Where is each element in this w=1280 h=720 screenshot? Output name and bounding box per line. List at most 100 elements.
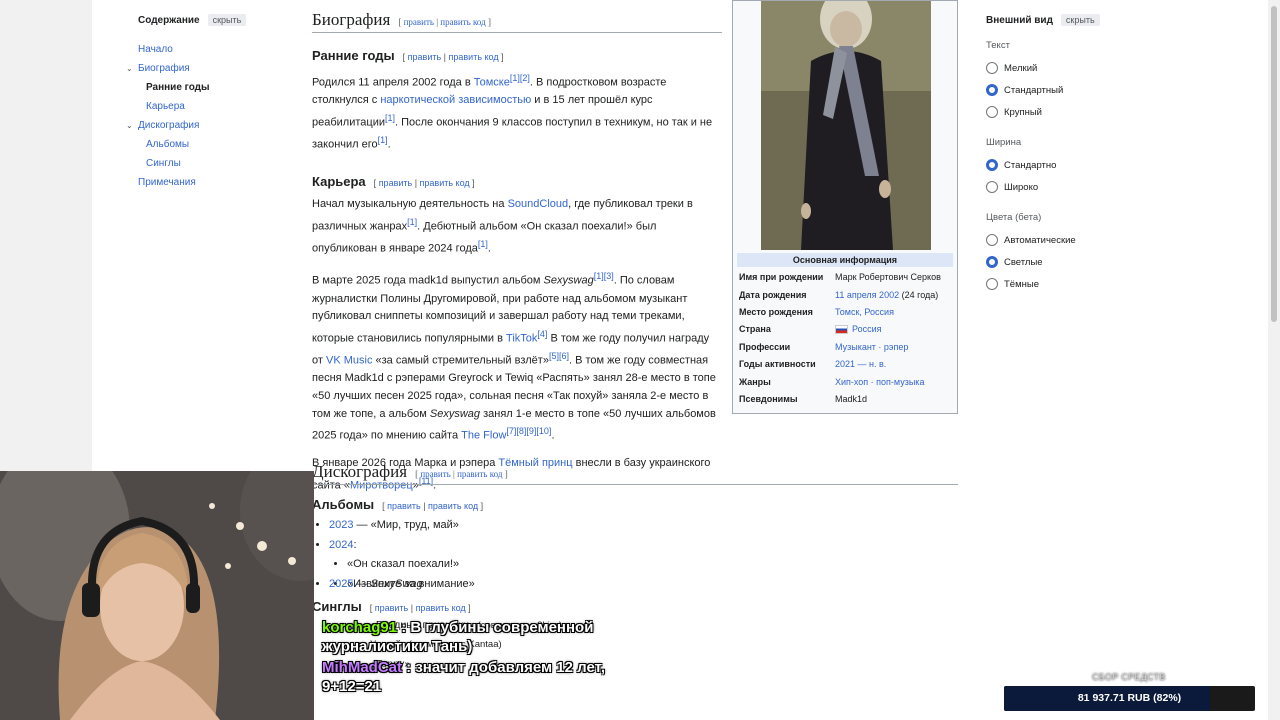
reference[interactable]: [1][3]: [594, 271, 614, 281]
appearance-title: Внешний вид: [986, 14, 1053, 26]
infobox-row: Место рождения Томск, Россия: [739, 307, 953, 317]
webcam-overlay: [0, 471, 314, 720]
age-text: (24 года): [899, 290, 939, 300]
radio-width-wide[interactable]: Широко: [986, 176, 1136, 198]
year-link[interactable]: 2024: [329, 539, 353, 551]
stream-chat-overlay: korchag91 : В глубины современной журнал…: [322, 618, 612, 696]
album-title: Sexyswag: [429, 407, 481, 420]
reference[interactable]: [5][6]: [549, 351, 569, 361]
year-link[interactable]: 2025: [329, 578, 353, 590]
radio-text-standard[interactable]: Стандартный: [986, 79, 1136, 101]
radio-color-auto[interactable]: Автоматические: [986, 229, 1136, 251]
toc-item-albums[interactable]: Альбомы: [138, 135, 288, 154]
edit-link[interactable]: править: [379, 178, 413, 188]
radio-button[interactable]: [986, 181, 998, 193]
edit-link[interactable]: править: [387, 501, 421, 511]
toc-item-career[interactable]: Карьера: [138, 97, 288, 116]
infobox-header: Основная информация: [737, 253, 953, 267]
infobox-row: Дата рождения 11 апреля 2002 (24 года): [739, 290, 953, 300]
infobox-row: Псевдонимы Madk1d: [739, 394, 953, 404]
edit-code-link[interactable]: править код: [428, 501, 478, 511]
infobox-key: Псевдонимы: [739, 394, 798, 404]
scrollbar-thumb[interactable]: [1271, 6, 1277, 322]
chevron-down-icon[interactable]: ⌄: [126, 116, 133, 135]
birthplace-link[interactable]: Томск, Россия: [835, 307, 953, 317]
radio-width-standard[interactable]: Стандартно: [986, 154, 1136, 176]
text: Начал музыкальную деятельность на: [312, 198, 508, 211]
edit-link[interactable]: править: [404, 17, 434, 27]
chevron-down-icon[interactable]: ⌄: [126, 59, 133, 78]
chat-message: MihMadCat : значит добавляем 12 лет, 9+1…: [322, 659, 605, 695]
radio-button-selected[interactable]: [986, 256, 998, 268]
reference[interactable]: [1][2]: [510, 73, 530, 83]
scrollbar[interactable]: [1268, 0, 1280, 720]
radio-button[interactable]: [986, 278, 998, 290]
reference[interactable]: [1]: [385, 113, 395, 123]
toc-item-early-years[interactable]: Ранние годы: [138, 78, 288, 97]
link-tiktok[interactable]: TikTok: [506, 333, 537, 345]
edit-link[interactable]: править: [375, 603, 409, 613]
edit-code-link[interactable]: править код: [449, 52, 499, 62]
edit-links: [ править | править код ]: [373, 178, 475, 189]
toc-item-biography[interactable]: ⌄ Биография: [126, 59, 288, 78]
link-soundcloud[interactable]: SoundCloud: [508, 198, 569, 210]
toc-hide-button[interactable]: скрыть: [207, 14, 247, 26]
radio-button[interactable]: [986, 234, 998, 246]
radio-label: Светлые: [1004, 256, 1043, 268]
radio-text-large[interactable]: Крупный: [986, 101, 1136, 123]
infobox-key: Дата рождения: [739, 290, 807, 300]
link-tomsk[interactable]: Томске: [474, 77, 510, 89]
toc-item-singles[interactable]: Синглы: [138, 154, 288, 173]
text: .: [551, 429, 555, 442]
radio-label: Широко: [1004, 181, 1039, 193]
edit-code-link[interactable]: править код: [416, 603, 466, 613]
radio-button-selected[interactable]: [986, 159, 998, 171]
professions-link[interactable]: Музыкант · рэпер: [835, 342, 953, 352]
chat-username: MihMadCat: [322, 659, 402, 676]
list-item: 2023 — «Мир, труд, май»: [329, 516, 958, 536]
width-label: Ширина: [986, 137, 1022, 148]
toc-item-discography[interactable]: ⌄ Дискография: [126, 116, 288, 135]
birth-date-link[interactable]: 11 апреля 2002: [835, 290, 899, 300]
heading-text: Дискография: [312, 462, 408, 481]
infobox-row: Страна Россия: [739, 324, 953, 334]
reference[interactable]: [7][8][9][10]: [506, 426, 551, 436]
edit-code-link[interactable]: править код: [440, 17, 485, 27]
infobox-key: Страна: [739, 324, 771, 334]
infobox: Основная информация Имя при рождении Марк…: [732, 0, 958, 414]
infobox-row: Жанры Хип-хоп · поп-музыка: [739, 377, 953, 387]
artist-photo[interactable]: [761, 1, 931, 250]
radio-color-light[interactable]: Светлые: [986, 251, 1136, 273]
colors-label: Цвета (бета): [986, 212, 1042, 223]
radio-button[interactable]: [986, 106, 998, 118]
infobox-key: Годы активности: [739, 359, 816, 369]
radio-text-small[interactable]: Мелкий: [986, 57, 1136, 79]
radio-button[interactable]: [986, 62, 998, 74]
link-the-flow[interactable]: The Flow: [461, 430, 506, 442]
chat-message: korchag91 : В глубины современной журнал…: [322, 619, 594, 655]
reference[interactable]: [1]: [378, 135, 388, 145]
reference[interactable]: [4]: [537, 329, 547, 339]
heading-text: Синглы: [312, 598, 362, 614]
edit-link[interactable]: править: [420, 469, 450, 479]
radio-color-dark[interactable]: Тёмные: [986, 273, 1136, 295]
radio-button-selected[interactable]: [986, 84, 998, 96]
year-link[interactable]: 2023: [329, 519, 353, 531]
edit-code-link[interactable]: править код: [420, 178, 470, 188]
years-active-link[interactable]: 2021 — н. в.: [835, 359, 953, 369]
edit-links: [ править | править код ]: [402, 52, 504, 62]
country-link[interactable]: Россия: [852, 324, 882, 334]
toc-item-start[interactable]: Начало: [138, 40, 288, 59]
toc-item-notes[interactable]: Примечания: [138, 173, 288, 192]
edit-code-link[interactable]: править код: [457, 469, 502, 479]
text: .: [387, 138, 391, 151]
link-drug-addiction[interactable]: наркотической зависимостью: [380, 94, 531, 106]
appearance-hide-button[interactable]: скрыть: [1060, 14, 1100, 26]
text: Родился 11 апреля 2002 года в: [312, 76, 474, 89]
link-vk-music[interactable]: VK Music: [326, 355, 372, 367]
album-list: 2023 — «Мир, труд, май» 2024: «Он сказал…: [312, 516, 958, 590]
edit-link[interactable]: править: [408, 52, 442, 62]
genres-link[interactable]: Хип-хоп · поп-музыка: [835, 377, 953, 387]
reference[interactable]: [1]: [407, 217, 417, 227]
reference[interactable]: [1]: [478, 239, 488, 249]
